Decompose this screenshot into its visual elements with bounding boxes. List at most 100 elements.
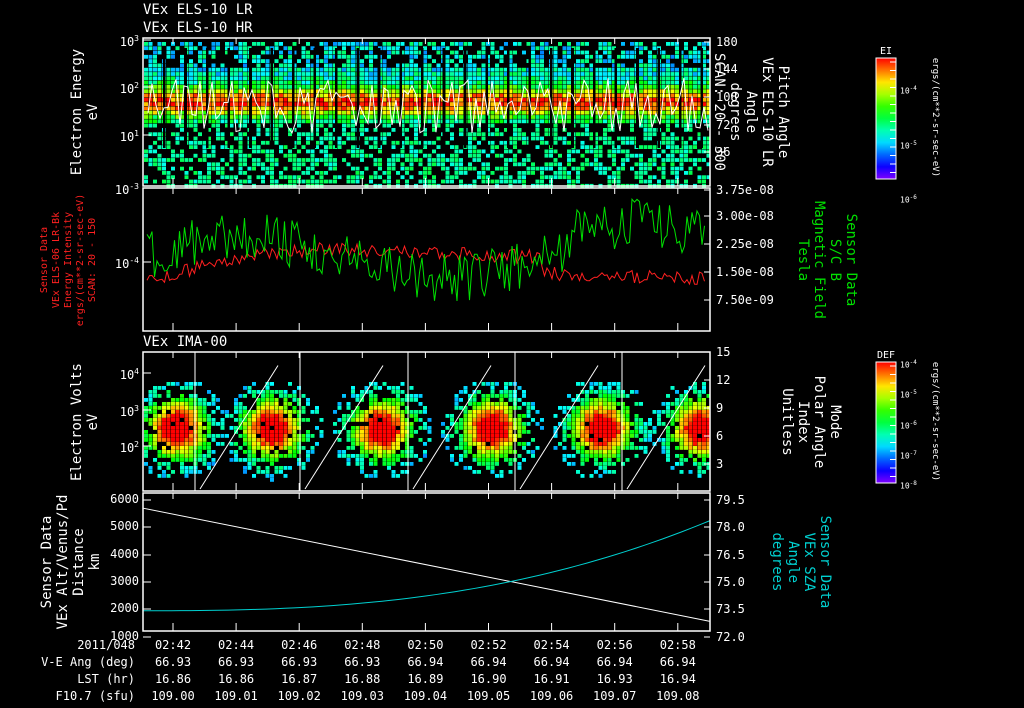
- spectrogram-cell: [414, 85, 418, 89]
- spectrogram-cell: [490, 46, 495, 51]
- spectrogram-cell: [486, 462, 490, 466]
- spectrogram-cell: [346, 434, 351, 438]
- spectrogram-cell: [477, 80, 481, 85]
- spectrogram-cell: [288, 394, 292, 398]
- spectrogram-cell: [207, 166, 211, 171]
- spectrogram-cell: [324, 46, 328, 51]
- spectrogram-cell: [513, 76, 517, 81]
- spectrogram-cell: [684, 42, 688, 46]
- spectrogram-cell: [342, 128, 346, 132]
- spectrogram-cell: [495, 410, 499, 414]
- spectrogram-cell: [666, 67, 670, 72]
- spectrogram-cell: [459, 171, 463, 175]
- spectrogram-cell: [342, 115, 346, 119]
- spectrogram-cell: [261, 50, 265, 55]
- spectrogram-cell: [184, 458, 189, 462]
- spectrogram-cell: [459, 72, 463, 76]
- spectrogram-cell: [261, 72, 265, 76]
- spectrogram-cell: [675, 438, 679, 442]
- spectrogram-cell: [616, 72, 621, 76]
- spectrogram-cell: [180, 442, 184, 446]
- spectrogram-cell: [184, 175, 189, 180]
- spectrogram-cell: [328, 106, 333, 111]
- spectrogram-cell: [594, 430, 598, 434]
- spectrogram-cell: [369, 67, 373, 72]
- spectrogram-cell: [477, 442, 481, 446]
- spectrogram-cell: [396, 398, 400, 402]
- spectrogram-cell: [342, 85, 346, 89]
- spectrogram-cell: [409, 166, 414, 171]
- spectrogram-cell: [252, 458, 256, 462]
- spectrogram-cell: [409, 46, 414, 51]
- spectrogram-cell: [396, 390, 400, 394]
- spectrogram-cell: [382, 102, 387, 106]
- spectrogram-cell: [585, 394, 589, 398]
- spectrogram-cell: [423, 153, 427, 158]
- spectrogram-cell: [576, 80, 580, 85]
- spectrogram-cell: [517, 466, 522, 470]
- spectrogram-cell: [693, 72, 697, 76]
- spectrogram-cell: [288, 418, 292, 422]
- spectrogram-cell: [198, 110, 202, 115]
- spectrogram-cell: [616, 426, 621, 430]
- spectrogram-cell: [459, 42, 463, 46]
- spectrogram-cell: [495, 93, 499, 98]
- spectrogram-cell: [306, 158, 310, 162]
- spectrogram-cell: [477, 434, 481, 438]
- spectrogram-cell: [603, 386, 607, 390]
- spectrogram-cell: [265, 63, 270, 68]
- spectrogram-cell: [265, 67, 270, 72]
- spectrogram-cell: [670, 63, 675, 68]
- spectrogram-cell: [499, 59, 504, 63]
- spectrogram-cell: [504, 450, 508, 454]
- spectrogram-cell: [670, 67, 675, 72]
- spectrogram-cell: [522, 132, 526, 137]
- spectrogram-cell: [580, 162, 585, 167]
- spectrogram-cell: [414, 454, 418, 458]
- spectrogram-cell: [616, 97, 621, 102]
- spectrogram-cell: [346, 462, 351, 466]
- spectrogram-cell: [522, 102, 526, 106]
- y-tick-label: 2000: [110, 601, 139, 615]
- spectrogram-cell: [405, 166, 409, 171]
- spectrogram-cell: [531, 102, 535, 106]
- spectrogram-cell: [189, 158, 193, 162]
- spectrogram-cell: [243, 394, 247, 398]
- spectrogram-cell: [360, 132, 364, 137]
- colorbar-title: EI: [879, 46, 893, 57]
- spectrogram-cell: [540, 110, 544, 115]
- right-y-tick-label: 12: [716, 373, 731, 387]
- data-gap: [657, 48, 660, 148]
- spectrogram-cell: [166, 430, 171, 434]
- spectrogram-cell: [207, 466, 211, 470]
- spectrogram-cell: [580, 422, 585, 426]
- spectrogram-cell: [436, 46, 441, 51]
- spectrogram-cell: [508, 450, 513, 454]
- spectrogram-cell: [603, 466, 607, 470]
- spectrogram-cell: [319, 119, 324, 124]
- spectrogram-cell: [180, 414, 184, 418]
- spectrogram-cell: [175, 442, 180, 446]
- spectrogram-cell: [288, 179, 292, 184]
- spectrogram-cell: [567, 153, 571, 158]
- spectrogram-cell: [675, 390, 679, 394]
- spectrogram-cell: [184, 418, 189, 422]
- spectrogram-cell: [184, 438, 189, 442]
- spectrogram-cell: [301, 80, 306, 85]
- spectrogram-cell: [337, 110, 342, 115]
- spectrogram-cell: [630, 434, 634, 438]
- spectrogram-cell: [171, 446, 175, 450]
- spectrogram-cell: [553, 446, 558, 450]
- spectrogram-cell: [238, 166, 243, 171]
- spectrogram-cell: [391, 85, 396, 89]
- spectrogram-cell: [468, 438, 472, 442]
- spectrogram-cell: [414, 158, 418, 162]
- spectrogram-cell: [342, 119, 346, 124]
- spectrogram-cell: [612, 394, 616, 398]
- spectrogram-cell: [666, 410, 670, 414]
- spectrogram-cell: [477, 102, 481, 106]
- spectrogram-cell: [175, 414, 180, 418]
- spectrogram-cell: [162, 446, 166, 450]
- spectrogram-cell: [670, 132, 675, 137]
- spectrogram-cell: [211, 115, 216, 119]
